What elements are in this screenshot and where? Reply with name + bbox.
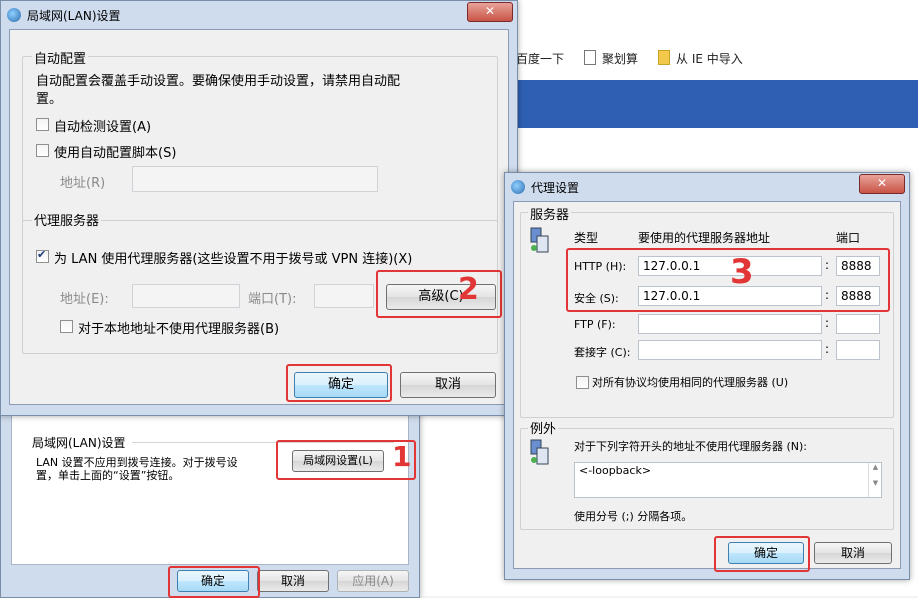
col-type-header: 类型	[574, 231, 599, 245]
use-script-label[interactable]: 使用自动配置脚本(S)	[54, 142, 176, 161]
exceptions-textarea[interactable]: <-loopback>	[574, 462, 882, 498]
server-icon	[530, 227, 549, 253]
auto-config-legend: 自动配置	[32, 48, 89, 67]
col-address-header: 要使用的代理服务器地址	[638, 231, 771, 245]
lan-dialog-body: 自动配置 自动配置会覆盖手动设置。要确保使用手动设置，请禁用自动配 置。 自动检…	[9, 29, 509, 405]
lan-dialog-title: 局域网(LAN)设置	[27, 9, 121, 23]
colon: :	[825, 316, 830, 330]
annotation-step-2: 2	[458, 272, 479, 307]
lan-settings-dialog: 局域网(LAN)设置 ✕ 自动配置 自动配置会覆盖手动设置。要确保使用手动设置，…	[0, 0, 518, 416]
globe-icon	[511, 180, 525, 194]
annotation-box-proxy-fields	[566, 248, 890, 312]
proxy-dialog-close-button[interactable]: ✕	[859, 174, 905, 194]
bookmark-juhuasuan[interactable]: 聚划算	[584, 50, 638, 67]
exceptions-scrollbar[interactable]: ▲ ▼	[868, 463, 882, 497]
servers-legend: 服务器	[528, 204, 572, 223]
exceptions-legend: 例外	[528, 418, 559, 437]
bypass-local-label[interactable]: 对于本地地址不使用代理服务器(B)	[78, 318, 279, 337]
ftp-port-input[interactable]	[836, 314, 880, 334]
exceptions-hint: 使用分号 (;) 分隔各项。	[574, 510, 693, 523]
same-proxy-checkbox[interactable]	[576, 376, 589, 389]
proxy-port-label: 端口(T):	[248, 292, 297, 307]
proxy-settings-dialog: 代理设置 ✕ 服务器 类型 要使用的代理服务器地址 端口 HTTP (H): 1…	[504, 172, 910, 580]
annotation-step-1: 1	[392, 440, 412, 473]
bookmark-import-ie[interactable]: 从 IE 中导入	[658, 50, 743, 67]
page-icon	[584, 50, 596, 65]
proxy-cancel-button[interactable]: 取消	[814, 542, 892, 564]
script-address-input[interactable]	[132, 166, 378, 192]
bookmark-baidu[interactable]: 百度一下	[516, 50, 564, 67]
lan-dialog-titlebar[interactable]: 局域网(LAN)设置 ✕	[1, 1, 517, 29]
proxy-dialog-title: 代理设置	[531, 181, 580, 195]
lan-section-text: 置，单击上面的“设置”按钮。	[36, 469, 180, 482]
exceptions-icon	[530, 439, 549, 465]
lan-cancel-button[interactable]: 取消	[400, 372, 496, 398]
script-address-label: 地址(R)	[60, 176, 106, 191]
socks-port-input[interactable]	[836, 340, 880, 360]
ftp-address-input[interactable]	[638, 314, 822, 334]
col-port-header: 端口	[836, 231, 861, 245]
auto-detect-checkbox[interactable]	[36, 118, 49, 131]
annotation-box-options-ok	[168, 566, 260, 598]
globe-icon	[7, 8, 21, 22]
bypass-local-checkbox[interactable]	[60, 320, 73, 333]
annotation-box-advanced	[376, 270, 502, 318]
lan-dialog-close-button[interactable]: ✕	[467, 2, 513, 22]
internet-options-cancel-button[interactable]: 取消	[257, 570, 329, 592]
folder-icon	[658, 50, 670, 65]
proxy-address-label: 地址(E):	[60, 292, 109, 307]
colon: :	[825, 342, 830, 356]
proxy-server-legend: 代理服务器	[32, 210, 102, 229]
use-proxy-label[interactable]: 为 LAN 使用代理服务器(这些设置不用于拨号或 VPN 连接)(X)	[54, 248, 412, 267]
auto-config-description: 置。	[36, 92, 63, 107]
internet-options-apply-button[interactable]: 应用(A)	[337, 570, 409, 592]
annotation-box-proxy-ok	[714, 536, 810, 572]
proxy-dialog-titlebar[interactable]: 代理设置 ✕	[505, 173, 909, 201]
annotation-step-3: 3	[730, 252, 754, 292]
proxy-port-input[interactable]	[314, 284, 374, 308]
lan-section-title: 局域网(LAN)设置	[32, 436, 126, 450]
use-proxy-checkbox[interactable]	[36, 248, 49, 263]
use-script-checkbox[interactable]	[36, 144, 49, 157]
exceptions-description: 对于下列字符开头的地址不使用代理服务器 (N):	[574, 440, 808, 453]
auto-config-description: 自动配置会覆盖手动设置。要确保使用手动设置，请禁用自动配	[36, 74, 401, 89]
same-proxy-label[interactable]: 对所有协议均使用相同的代理服务器 (U)	[592, 374, 788, 390]
auto-detect-label[interactable]: 自动检测设置(A)	[54, 116, 151, 135]
annotation-box-lan-ok	[286, 364, 392, 402]
socks-label: 套接字 (C):	[574, 346, 631, 359]
ftp-label: FTP (F):	[574, 318, 616, 331]
proxy-address-input[interactable]	[132, 284, 240, 308]
socks-address-input[interactable]	[638, 340, 822, 360]
connections-panel: 局域网(LAN)设置 LAN 设置不应用到拨号连接。对于拨号设 置，单击上面的“…	[11, 415, 409, 565]
